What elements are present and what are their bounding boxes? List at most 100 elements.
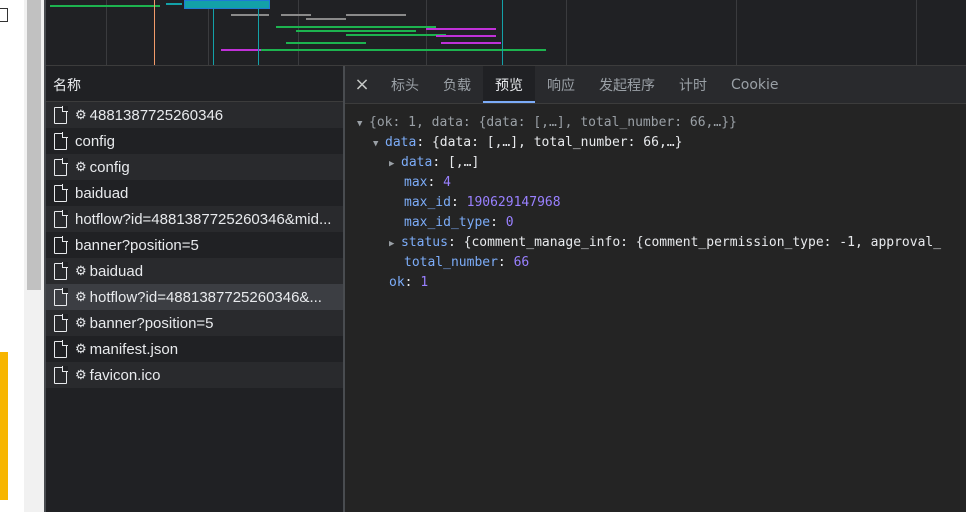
request-row[interactable]: ⚙ config	[46, 154, 343, 180]
json-max-id-type-line: max_id_type: 0	[404, 215, 514, 230]
document-icon	[54, 131, 68, 150]
request-name: manifest.json	[89, 340, 179, 358]
tab-0[interactable]: 标头	[379, 66, 431, 103]
request-row[interactable]: ⚙ 4881387725260346	[46, 102, 343, 128]
overview-grid-line	[298, 0, 299, 65]
request-row[interactable]: hotflow?id=4881387725260346&mid...	[46, 206, 343, 232]
page-scrollbar-thumb[interactable]	[27, 0, 41, 290]
waterfall-bar	[226, 49, 546, 51]
page-glyph	[0, 8, 8, 22]
network-overview[interactable]	[46, 0, 966, 66]
tab-1[interactable]: 负载	[431, 66, 483, 103]
timing-marker	[258, 0, 259, 65]
gear-icon: ⚙	[75, 107, 87, 122]
waterfall-bar	[231, 14, 269, 16]
request-row[interactable]: banner?position=5	[46, 232, 343, 258]
json-key: max	[404, 175, 428, 190]
tab-2[interactable]: 预览	[483, 66, 535, 103]
request-row[interactable]: ⚙ hotflow?id=4881387725260346&...	[46, 284, 343, 310]
page-scrollbar[interactable]	[24, 0, 44, 512]
expand-triangle-icon[interactable]: ▼	[373, 134, 385, 154]
gear-icon: ⚙	[75, 159, 87, 174]
gear-icon: ⚙	[75, 263, 87, 278]
request-row[interactable]: config	[46, 128, 343, 154]
document-icon	[54, 183, 68, 202]
page-ad-strip	[0, 352, 8, 500]
request-name: favicon.ico	[89, 366, 161, 384]
tab-5[interactable]: 计时	[667, 66, 719, 103]
name-column-header[interactable]: 名称	[46, 66, 343, 102]
waterfall-bar	[346, 14, 406, 16]
request-row[interactable]: ⚙ banner?position=5	[46, 310, 343, 336]
json-data-summary: {data: [,…], total_number: 66,…}	[431, 135, 683, 150]
expand-triangle-icon[interactable]: ▼	[357, 114, 369, 134]
gear-icon: ⚙	[75, 315, 87, 330]
json-key: data	[401, 155, 433, 170]
json-ok-line: ok: 1	[389, 275, 429, 290]
request-name: hotflow?id=4881387725260346&mid...	[75, 210, 332, 228]
request-name: baiduad	[75, 184, 129, 202]
waterfall-bar	[306, 18, 346, 20]
json-number: 0	[505, 215, 514, 230]
json-root-line[interactable]: ▼ {ok: 1, data: {data: [,…], total_number…	[357, 113, 737, 133]
waterfall-bar	[281, 14, 311, 16]
json-number: 1	[420, 275, 429, 290]
document-icon	[54, 235, 68, 254]
json-value: [,…]	[447, 155, 480, 170]
json-number: 4	[443, 175, 451, 190]
json-key: total_number	[404, 255, 498, 270]
document-icon	[54, 313, 68, 332]
waterfall-bar	[276, 26, 436, 28]
json-data-line[interactable]: ▼ data: {data: [,…], total_number: 66,…}	[373, 133, 682, 153]
gear-icon: ⚙	[75, 341, 87, 356]
tab-6[interactable]: Cookie	[719, 66, 791, 103]
request-row[interactable]: ⚙ favicon.ico	[46, 362, 343, 388]
json-key: ok	[389, 275, 405, 290]
json-inner-data-line[interactable]: ▶ data: [,…]	[389, 153, 479, 173]
request-name: 4881387725260346	[89, 106, 224, 124]
request-name: hotflow?id=4881387725260346&...	[89, 288, 322, 306]
overview-selection[interactable]	[184, 0, 270, 9]
json-preview: ▼ {ok: 1, data: {data: [,…], total_number…	[345, 105, 966, 512]
tab-3[interactable]: 响应	[535, 66, 587, 103]
json-max-line: max: 4	[404, 175, 451, 190]
document-icon	[54, 365, 68, 384]
request-row[interactable]: ⚙ manifest.json	[46, 336, 343, 362]
request-name: baiduad	[89, 262, 144, 280]
overview-grid-line	[916, 0, 917, 65]
overview-grid-line	[736, 0, 737, 65]
document-icon	[54, 157, 68, 176]
gear-icon: ⚙	[75, 289, 87, 304]
overview-grid-line	[566, 0, 567, 65]
json-total-number-line: total_number: 66	[404, 255, 530, 270]
document-icon	[54, 287, 68, 306]
request-row[interactable]: ⚙ baiduad	[46, 258, 343, 284]
waterfall-bar	[296, 30, 416, 32]
overview-grid-line	[426, 0, 427, 65]
document-icon	[54, 261, 68, 280]
json-root-summary: {ok: 1, data: {data: [,…], total_number:…	[369, 115, 737, 130]
waterfall-bar	[426, 28, 496, 30]
page-left-strip	[0, 0, 46, 512]
request-list: ⚙ 4881387725260346 config ⚙ config baiduad hot…	[46, 102, 343, 388]
detail-tabs: × 标头 负载 预览 响应 发起程序 计时 Cookie	[345, 66, 966, 104]
close-icon[interactable]: ×	[345, 66, 379, 103]
request-name: banner?position=5	[89, 314, 214, 332]
request-name-panel: 名称 ⚙ 4881387725260346 config ⚙ config baiduad…	[46, 66, 343, 512]
collapsed-triangle-icon[interactable]: ▶	[389, 154, 401, 174]
tab-4[interactable]: 发起程序	[587, 66, 667, 103]
document-icon	[54, 209, 68, 228]
overview-grid-line	[208, 0, 209, 65]
request-name: config	[75, 132, 116, 150]
request-name: config	[89, 158, 130, 176]
request-name: banner?position=5	[75, 236, 199, 254]
document-icon	[54, 339, 68, 358]
request-row[interactable]: baiduad	[46, 180, 343, 206]
waterfall-bar	[436, 35, 496, 37]
collapsed-triangle-icon[interactable]: ▶	[389, 234, 401, 254]
timing-marker	[213, 0, 214, 65]
json-status-line[interactable]: ▶ status: {comment_manage_info: {comment_…	[389, 233, 941, 253]
waterfall-bar	[286, 42, 366, 44]
waterfall-bar	[50, 5, 160, 7]
json-status-value: {comment_manage_info: {comment_permissio…	[463, 235, 942, 250]
